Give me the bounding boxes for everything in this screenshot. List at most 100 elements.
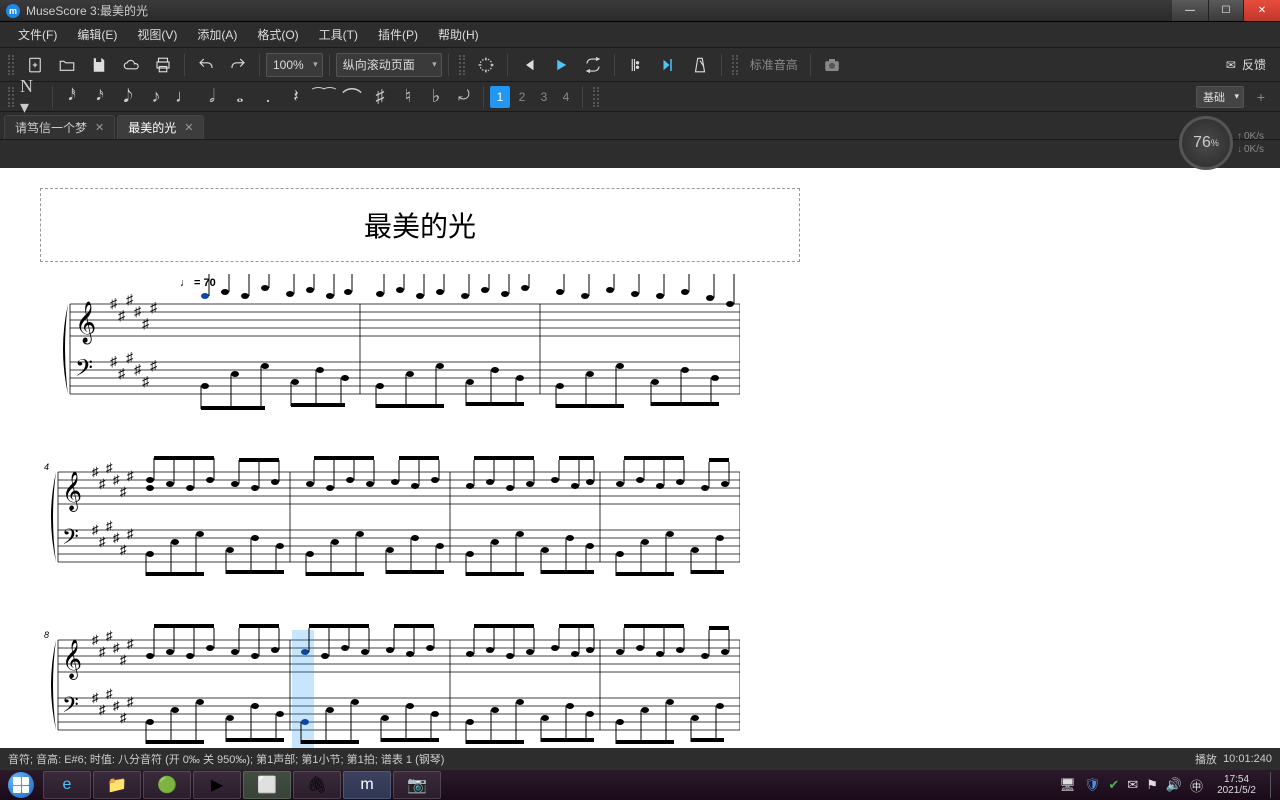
note-input-mode-button[interactable]: N ▾ <box>20 84 46 110</box>
toolbar-handle[interactable] <box>8 55 14 75</box>
note-input-toolbar: N ▾ 𝅘𝅥𝅰 𝅘𝅥𝅯 𝅘𝅥𝅮 ♪ ♩ 𝅗𝅥 𝅝 . 𝄽 ⁀⁀ ⌒ ♯ ♮ ♭ … <box>0 82 1280 112</box>
add-workspace-button[interactable]: + <box>1250 86 1272 108</box>
music-system-3[interactable]: 8 𝄞 ♯♯♯♯♯♯ 𝄢 ♯♯♯♯♯♯ <box>40 620 800 748</box>
title-frame[interactable]: 最美的光 <box>40 188 800 262</box>
quarter-note-button[interactable]: ♩ <box>171 84 197 110</box>
16th-note-button[interactable]: 𝅘𝅥𝅮 <box>115 84 141 110</box>
redo-button[interactable] <box>223 51 253 79</box>
rewind-button[interactable] <box>514 51 544 79</box>
tray-ime-icon[interactable]: ㊥ <box>1190 776 1203 795</box>
toolbar-handle[interactable] <box>8 87 14 107</box>
voice-4-button[interactable]: 4 <box>556 86 576 108</box>
menu-tools[interactable]: 工具(T) <box>309 22 368 47</box>
sharp-button[interactable]: ♯ <box>367 84 393 110</box>
undo-button[interactable] <box>191 51 221 79</box>
toolbar-handle[interactable] <box>593 87 599 107</box>
tie-button[interactable]: ⁀⁀ <box>311 84 337 110</box>
svg-text:𝄞: 𝄞 <box>75 301 96 344</box>
menu-help[interactable]: 帮助(H) <box>428 22 489 47</box>
svg-text:♯: ♯ <box>120 484 127 499</box>
voice-1-button[interactable]: 1 <box>490 86 510 108</box>
taskbar-clock[interactable]: 17:54 2021/5/2 <box>1211 774 1262 796</box>
tray-icon[interactable]: ✉ <box>1127 777 1138 793</box>
open-file-button[interactable] <box>52 51 82 79</box>
camera-button[interactable] <box>817 51 847 79</box>
minimize-button[interactable]: — <box>1172 0 1208 21</box>
svg-text:♯: ♯ <box>150 299 158 315</box>
svg-text:4: 4 <box>44 462 49 472</box>
close-button[interactable]: ✕ <box>1244 0 1280 21</box>
taskbar-app-green[interactable]: ⬜ <box>243 771 291 799</box>
svg-text:♯: ♯ <box>106 686 113 701</box>
voice-2-button[interactable]: 2 <box>512 86 532 108</box>
network-speed-overlay[interactable]: 76% ↑0K/s ↓0K/s <box>1179 116 1264 170</box>
taskbar-app[interactable]: 📷 <box>393 771 441 799</box>
save-button[interactable] <box>84 51 114 79</box>
taskbar-chrome[interactable]: 🟢 <box>143 771 191 799</box>
tray-icon[interactable]: 🛡 <box>1084 777 1101 793</box>
voice-3-button[interactable]: 3 <box>534 86 554 108</box>
svg-text:♯: ♯ <box>110 295 118 311</box>
svg-text:♯: ♯ <box>110 353 118 369</box>
half-note-button[interactable]: 𝅗𝅥 <box>199 84 225 110</box>
close-tab-icon[interactable]: ✕ <box>95 121 104 134</box>
tray-volume-icon[interactable]: 🔊 <box>1166 777 1182 793</box>
svg-text:♯: ♯ <box>126 291 134 307</box>
workspace-select[interactable]: 基础 <box>1196 86 1244 108</box>
image-capture-button[interactable] <box>471 51 501 79</box>
svg-text:♯: ♯ <box>92 632 99 647</box>
document-tab[interactable]: 请笃信一个梦 ✕ <box>4 115 115 139</box>
feedback-button[interactable]: ✉ 反馈 <box>1226 56 1276 73</box>
svg-text:♯: ♯ <box>92 522 99 537</box>
taskbar-musescore[interactable]: m <box>343 771 391 799</box>
metronome-button[interactable] <box>685 51 715 79</box>
menu-edit[interactable]: 编辑(E) <box>67 22 127 47</box>
repeat-start-button[interactable] <box>621 51 651 79</box>
concert-pitch-label[interactable]: 标准音高 <box>744 56 804 73</box>
whole-note-button[interactable]: 𝅝 <box>227 84 253 110</box>
taskbar-explorer[interactable]: 📁 <box>93 771 141 799</box>
music-system-1[interactable]: ♩ = 70 𝄞 ♯♯♯♯♯♯ 𝄢 ♯♯♯♯♯♯ <box>40 274 800 424</box>
menu-format[interactable]: 格式(O) <box>247 22 308 47</box>
print-button[interactable] <box>148 51 178 79</box>
svg-text:♯: ♯ <box>120 652 127 667</box>
tray-flag-icon[interactable]: ⚑ <box>1146 777 1158 793</box>
scroll-mode-select[interactable]: 纵向滚动页面 <box>336 53 442 77</box>
music-system-2[interactable]: 4 𝄞 ♯♯♯♯♯♯ 𝄢 ♯♯♯♯♯♯ <box>40 452 800 592</box>
cloud-button[interactable] <box>116 51 146 79</box>
taskbar-app[interactable]: 🖇 <box>293 771 341 799</box>
play-button[interactable] <box>546 51 576 79</box>
show-desktop-button[interactable] <box>1270 772 1278 798</box>
zoom-select[interactable]: 100% <box>266 53 323 77</box>
taskbar-ie[interactable]: e <box>43 771 91 799</box>
menu-view[interactable]: 视图(V) <box>127 22 187 47</box>
tray-icon[interactable]: ✔ <box>1108 777 1119 793</box>
slur-button[interactable]: ⌒ <box>339 84 365 110</box>
taskbar-media-player[interactable]: ▶ <box>193 771 241 799</box>
tray-icon[interactable]: 🖥 <box>1059 777 1076 793</box>
svg-text:♯: ♯ <box>118 365 126 381</box>
8th-note-button[interactable]: ♪ <box>143 84 169 110</box>
flat-button[interactable]: ♭ <box>423 84 449 110</box>
new-file-button[interactable] <box>20 51 50 79</box>
document-tab[interactable]: 最美的光 ✕ <box>117 115 204 139</box>
start-button[interactable] <box>0 770 42 800</box>
menu-file[interactable]: 文件(F) <box>8 22 67 47</box>
dot-button[interactable]: . <box>255 84 281 110</box>
toolbar-handle[interactable] <box>459 55 465 75</box>
toolbar-handle[interactable] <box>732 55 738 75</box>
natural-button[interactable]: ♮ <box>395 84 421 110</box>
rest-button[interactable]: 𝄽 <box>283 84 309 110</box>
maximize-button[interactable]: ☐ <box>1208 0 1244 21</box>
32nd-note-button[interactable]: 𝅘𝅥𝅯 <box>87 84 113 110</box>
menu-plugins[interactable]: 插件(P) <box>368 22 428 47</box>
score-canvas[interactable]: 最美的光 ♩ = 70 𝄞 ♯♯♯♯♯♯ 𝄢 ♯♯♯♯♯♯ <box>0 168 1280 748</box>
menu-add[interactable]: 添加(A) <box>187 22 247 47</box>
close-tab-icon[interactable]: ✕ <box>184 121 193 134</box>
loop-button[interactable] <box>578 51 608 79</box>
64th-note-button[interactable]: 𝅘𝅥𝅰 <box>59 84 85 110</box>
score-title[interactable]: 最美的光 <box>41 205 799 245</box>
flip-button[interactable]: ⤾ <box>451 84 477 110</box>
repeat-end-button[interactable] <box>653 51 683 79</box>
svg-text:𝄢: 𝄢 <box>62 692 79 722</box>
